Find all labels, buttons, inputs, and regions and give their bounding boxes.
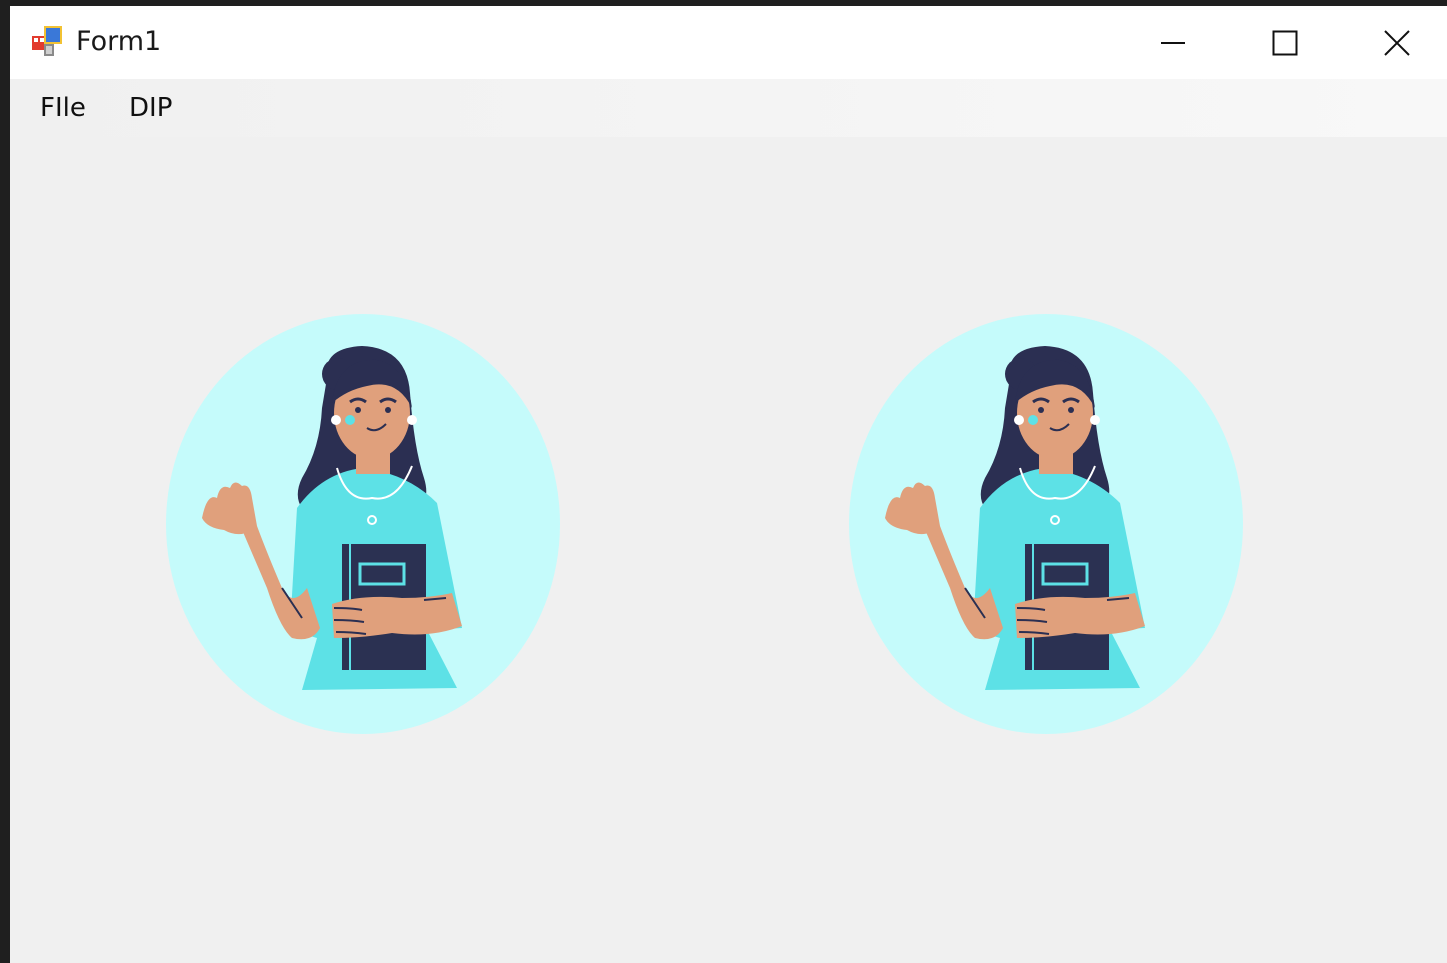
maximize-button[interactable] (1229, 6, 1341, 79)
menu-bar: FIle DIP (10, 79, 1447, 137)
title-bar[interactable]: Form1 (10, 6, 1447, 79)
picturebox-original[interactable] (162, 308, 564, 736)
minimize-button[interactable] (1117, 6, 1229, 79)
minimize-icon (1161, 41, 1185, 44)
maximize-icon (1272, 30, 1298, 55)
menu-file[interactable]: FIle (36, 91, 90, 125)
woman-waving-illustration (166, 314, 560, 734)
close-button[interactable] (1341, 6, 1447, 79)
picturebox-processed[interactable] (845, 308, 1247, 736)
form-window: Form1 FIle DIP (10, 6, 1447, 963)
close-icon (1384, 29, 1410, 56)
window-title: Form1 (76, 26, 162, 57)
app-icon (30, 24, 64, 58)
menu-dip[interactable]: DIP (125, 91, 176, 125)
woman-waving-illustration (849, 314, 1243, 734)
